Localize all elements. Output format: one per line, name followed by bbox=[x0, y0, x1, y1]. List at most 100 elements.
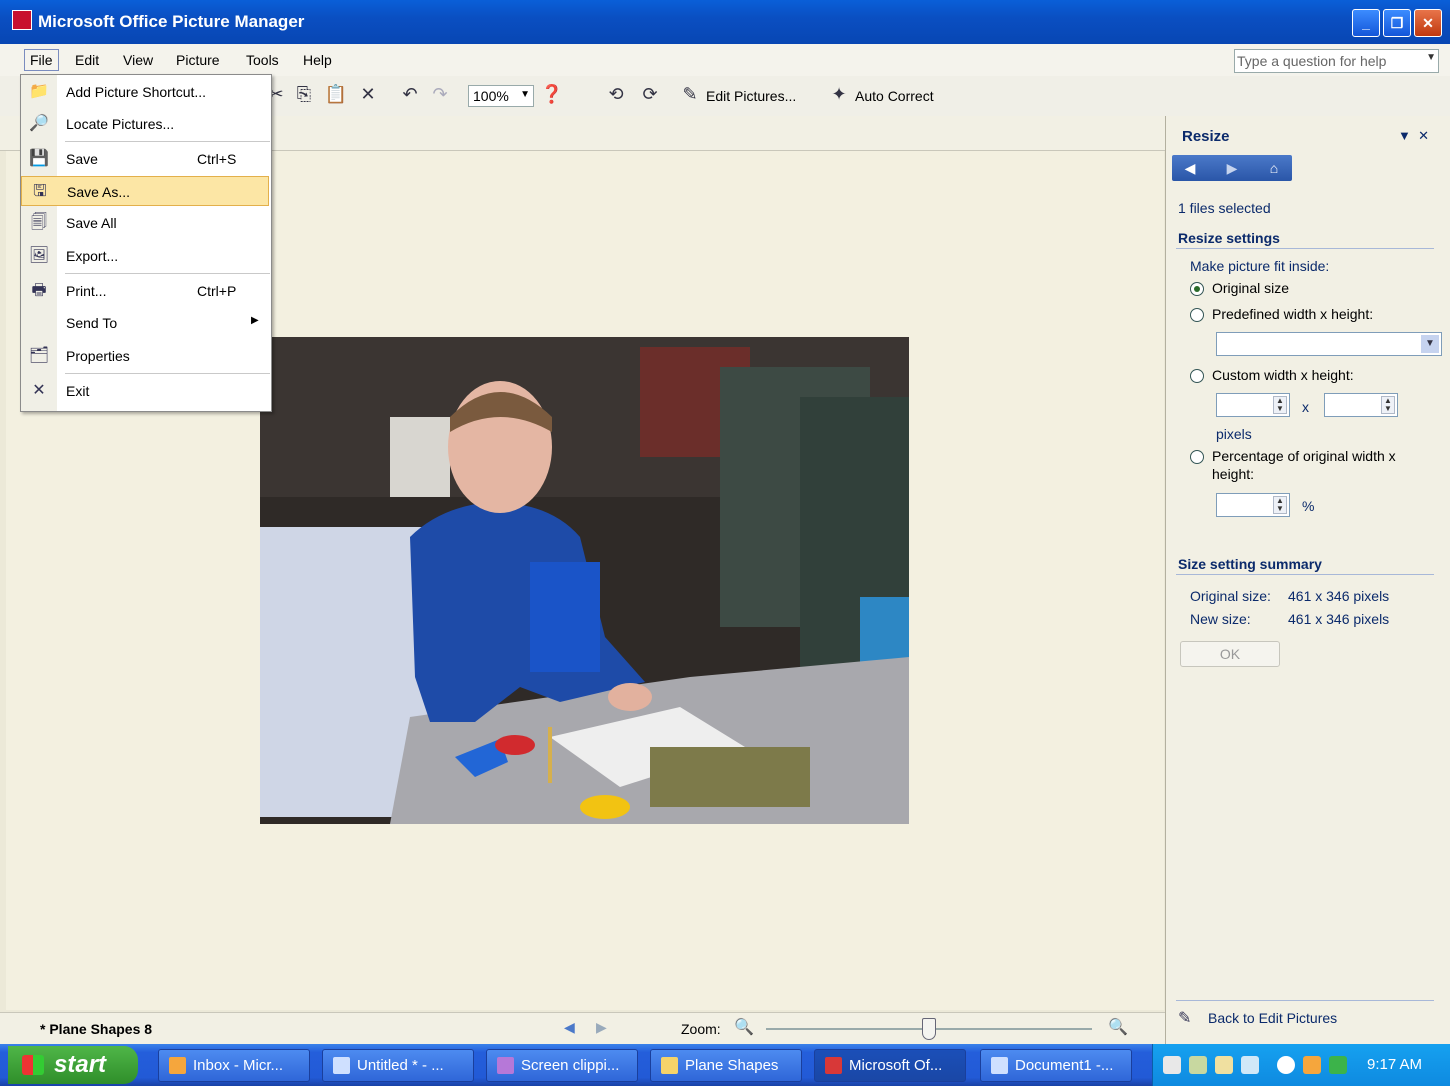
percentage-radio[interactable] bbox=[1190, 450, 1204, 464]
collapse-tray-icon[interactable] bbox=[1277, 1056, 1295, 1074]
paste-icon[interactable]: 📋 bbox=[324, 82, 348, 106]
taskbar-item-plane-shapes[interactable]: Plane Shapes bbox=[650, 1049, 802, 1082]
menu-view[interactable]: View bbox=[123, 52, 153, 68]
next-picture-icon[interactable]: ▶ bbox=[596, 1019, 607, 1036]
undo-icon[interactable]: ↶ bbox=[398, 82, 422, 106]
taskbar-item-label: Microsoft Of... bbox=[849, 1057, 943, 1074]
menu-file[interactable]: File bbox=[24, 49, 59, 71]
predefined-size-radio[interactable] bbox=[1190, 308, 1204, 322]
zoom-slider-thumb[interactable] bbox=[922, 1018, 936, 1040]
menu-bar: File Edit View Picture Tools Help bbox=[0, 44, 1450, 77]
menu-item-save[interactable]: 💾 Save Ctrl+S bbox=[21, 144, 269, 174]
copy-icon[interactable]: ⎘ bbox=[292, 82, 316, 106]
menu-item-properties[interactable]: 🗂 Properties bbox=[21, 341, 269, 371]
rotate-left-icon[interactable]: ⟲ bbox=[604, 82, 628, 106]
section-divider bbox=[1176, 248, 1434, 249]
custom-height-input[interactable]: ▲ ▼ bbox=[1324, 393, 1398, 417]
chevron-down-icon[interactable]: ▼ bbox=[1426, 52, 1436, 63]
menu-item-send-to[interactable]: Send To ▶ bbox=[21, 308, 269, 338]
pane-header-buttons: ▼ ✕ bbox=[1398, 128, 1429, 144]
rotate-right-icon[interactable]: ⟳ bbox=[638, 82, 662, 106]
menu-item-label: Send To bbox=[66, 315, 118, 331]
menu-item-export[interactable]: 🖼 Export... bbox=[21, 241, 269, 271]
menu-item-locate-pictures[interactable]: 🔎 Locate Pictures... bbox=[21, 109, 269, 139]
taskbar: start Inbox - Micr... Untitled * - ... S… bbox=[0, 1044, 1450, 1086]
menu-item-save-as[interactable]: 🖫 Save As... bbox=[21, 176, 269, 206]
menu-item-label: Save As... bbox=[67, 184, 131, 200]
title-bar[interactable]: Microsoft Office Picture Manager _ ❐ ✕ bbox=[0, 0, 1450, 44]
pane-nav-bar: ◀ ▶ ⌂ bbox=[1172, 155, 1292, 181]
predefined-size-label: Predefined width x height: bbox=[1212, 306, 1374, 322]
percentage-input[interactable]: ▲ ▼ bbox=[1216, 493, 1290, 517]
save-all-icon: 🗐 bbox=[31, 214, 47, 231]
taskbar-item-document1[interactable]: Document1 -... bbox=[980, 1049, 1132, 1082]
minimize-button[interactable]: _ bbox=[1352, 9, 1380, 37]
help-search-input[interactable]: Type a question for help ▼ bbox=[1234, 49, 1439, 73]
resize-task-pane: Resize ▼ ✕ ◀ ▶ ⌂ 1 files selected Resize… bbox=[1165, 116, 1450, 1044]
resize-settings-heading: Resize settings bbox=[1178, 230, 1280, 246]
help-icon[interactable]: ❓ bbox=[540, 82, 564, 106]
menu-item-exit[interactable]: ✕ Exit bbox=[21, 376, 269, 406]
print-icon: 🖶 bbox=[31, 282, 47, 299]
restore-button[interactable]: ❐ bbox=[1383, 9, 1411, 37]
menu-edit[interactable]: Edit bbox=[75, 52, 99, 68]
percentage-label-line2: height: bbox=[1212, 466, 1255, 482]
zoom-in-icon[interactable]: 🔍 bbox=[1108, 1017, 1128, 1037]
height-spinner[interactable]: ▲ ▼ bbox=[1381, 396, 1395, 414]
start-button[interactable]: start bbox=[8, 1046, 138, 1084]
menu-item-add-picture-shortcut[interactable]: 📁 Add Picture Shortcut... bbox=[21, 77, 269, 107]
help-placeholder: Type a question for help bbox=[1237, 53, 1387, 69]
edit-pictures-button[interactable]: Edit Pictures... bbox=[706, 88, 796, 104]
menu-item-save-all[interactable]: 🗐 Save All bbox=[21, 208, 269, 238]
antivirus-icon[interactable] bbox=[1329, 1056, 1347, 1074]
redo-icon[interactable]: ↷ bbox=[428, 82, 452, 106]
menu-separator bbox=[65, 373, 270, 374]
taskbar-item-picture-manager[interactable]: Microsoft Of... bbox=[814, 1049, 966, 1082]
chevron-down-icon[interactable]: ▼ bbox=[1421, 335, 1439, 353]
custom-width-input[interactable]: ▲ ▼ bbox=[1216, 393, 1290, 417]
taskbar-item-screen-clipping[interactable]: Screen clippi... bbox=[486, 1049, 638, 1082]
word-icon bbox=[991, 1057, 1008, 1074]
ok-button[interactable]: OK bbox=[1180, 641, 1280, 667]
back-to-edit-pictures-link[interactable]: Back to Edit Pictures bbox=[1208, 1010, 1337, 1026]
auto-correct-button[interactable]: Auto Correct bbox=[855, 88, 934, 104]
back-arrow-icon[interactable]: ◀ bbox=[1180, 158, 1200, 178]
pane-close-icon[interactable]: ✕ bbox=[1418, 128, 1429, 143]
percentage-spinner[interactable]: ▲ ▼ bbox=[1273, 496, 1287, 514]
outlook-tray-icon[interactable] bbox=[1303, 1056, 1321, 1074]
writing-icon[interactable] bbox=[1215, 1056, 1233, 1074]
keyboard-icon[interactable] bbox=[1189, 1056, 1207, 1074]
original-size-radio[interactable] bbox=[1190, 282, 1204, 296]
auto-correct-icon: ✦ bbox=[831, 84, 847, 104]
forward-arrow-icon[interactable]: ▶ bbox=[1222, 158, 1242, 178]
taskbar-item-inbox[interactable]: Inbox - Micr... bbox=[158, 1049, 310, 1082]
menu-separator bbox=[65, 141, 270, 142]
close-button[interactable]: ✕ bbox=[1414, 9, 1442, 37]
menu-separator bbox=[65, 273, 270, 274]
zoom-out-icon[interactable]: 🔍 bbox=[734, 1017, 754, 1037]
submenu-arrow-icon: ▶ bbox=[251, 315, 259, 326]
status-bar: * Plane Shapes 8 ◀ ▶ Zoom: 🔍 🔍 bbox=[0, 1012, 1165, 1045]
previous-picture-icon[interactable]: ◀ bbox=[564, 1019, 575, 1036]
width-spinner[interactable]: ▲ ▼ bbox=[1273, 396, 1287, 414]
chevron-down-icon[interactable]: ▼ bbox=[520, 89, 530, 100]
network-icon[interactable] bbox=[1241, 1056, 1259, 1074]
menu-item-label: Export... bbox=[66, 248, 119, 264]
menu-picture[interactable]: Picture bbox=[176, 52, 220, 68]
taskbar-item-label: Inbox - Micr... bbox=[193, 1057, 284, 1074]
zoom-dropdown[interactable]: 100% ▼ bbox=[468, 85, 534, 107]
picture-manager-icon bbox=[825, 1057, 842, 1074]
menu-help[interactable]: Help bbox=[303, 52, 332, 68]
onenote-icon bbox=[497, 1057, 514, 1074]
predefined-size-select[interactable]: ▼ bbox=[1216, 332, 1442, 356]
classroom-photo bbox=[260, 337, 909, 824]
home-icon[interactable]: ⌂ bbox=[1264, 158, 1284, 178]
pane-menu-icon[interactable]: ▼ bbox=[1398, 128, 1411, 143]
menu-item-print[interactable]: 🖶 Print... Ctrl+P bbox=[21, 276, 269, 306]
delete-icon[interactable]: ✕ bbox=[356, 82, 380, 106]
picture-preview[interactable] bbox=[260, 337, 909, 824]
taskbar-item-untitled[interactable]: Untitled * - ... bbox=[322, 1049, 474, 1082]
custom-size-radio[interactable] bbox=[1190, 369, 1204, 383]
menu-tools[interactable]: Tools bbox=[246, 52, 279, 68]
pen-icon[interactable] bbox=[1163, 1056, 1181, 1074]
